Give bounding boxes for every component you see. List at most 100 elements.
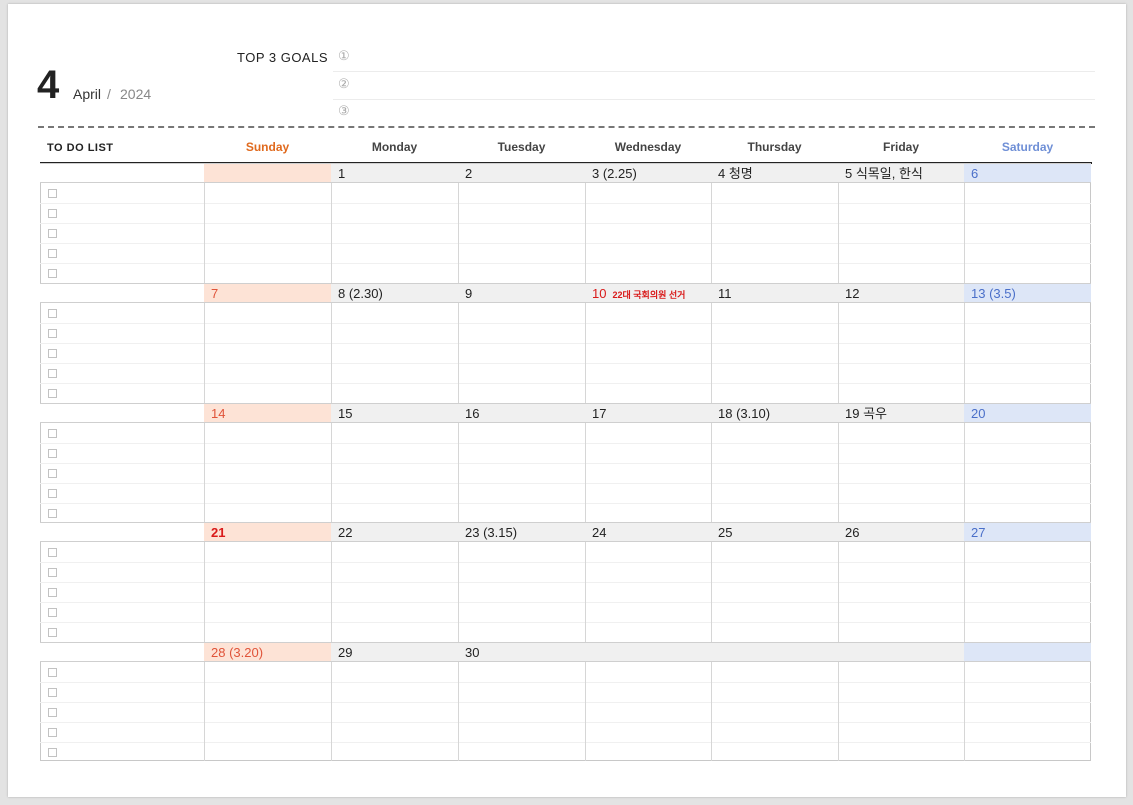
day-cell-body[interactable]	[711, 303, 838, 403]
todo-checkbox[interactable]	[48, 389, 57, 398]
day-cell-header[interactable]: 29	[331, 642, 458, 662]
todo-checkbox[interactable]	[48, 608, 57, 617]
day-cell-body[interactable]	[838, 662, 964, 762]
day-cell-header[interactable]	[838, 642, 964, 662]
day-cell-body[interactable]	[585, 423, 711, 523]
day-cell-body[interactable]	[964, 183, 1091, 283]
day-cell-header[interactable]: 15	[331, 403, 458, 423]
todo-checkbox[interactable]	[48, 429, 57, 438]
day-cell-body[interactable]	[711, 662, 838, 762]
goal-row-3[interactable]: ③	[333, 99, 1095, 126]
day-cell-body[interactable]	[331, 662, 458, 762]
day-cell-body[interactable]	[204, 303, 331, 403]
day-cell-header[interactable]: 30	[458, 642, 585, 662]
todo-checkbox[interactable]	[48, 728, 57, 737]
day-cell-header[interactable]: 19 곡우	[838, 403, 964, 423]
day-cell-body[interactable]	[585, 662, 711, 762]
day-cell-body[interactable]	[964, 303, 1091, 403]
day-cell-header[interactable]: 13 (3.5)	[964, 283, 1091, 303]
day-cell-body[interactable]	[838, 183, 964, 283]
day-cell-body[interactable]	[964, 662, 1091, 762]
todo-checkbox[interactable]	[48, 509, 57, 518]
day-cell-header[interactable]: 5 식목일, 한식	[838, 163, 964, 183]
day-cell-header[interactable]: 11	[711, 283, 838, 303]
day-cell-header[interactable]: 12	[838, 283, 964, 303]
day-cell-header[interactable]: 20	[964, 403, 1091, 423]
day-cell-body[interactable]	[585, 542, 711, 642]
day-cell-body[interactable]	[711, 423, 838, 523]
day-cell-body[interactable]	[964, 423, 1091, 523]
todo-checkbox[interactable]	[48, 249, 57, 258]
todo-checkbox[interactable]	[48, 449, 57, 458]
day-cell-body[interactable]	[964, 542, 1091, 642]
todo-checkbox[interactable]	[48, 628, 57, 637]
day-cell-header[interactable]: 26	[838, 522, 964, 542]
day-cell-body[interactable]	[331, 183, 458, 283]
todo-checkbox[interactable]	[48, 548, 57, 557]
day-cell-body[interactable]	[585, 303, 711, 403]
day-cell-header[interactable]: 16	[458, 403, 585, 423]
day-cell-header[interactable]	[204, 163, 331, 183]
day-number: 16	[465, 406, 480, 421]
todo-checkbox[interactable]	[48, 349, 57, 358]
day-cell-body[interactable]	[458, 303, 585, 403]
day-cell-header[interactable]: 2	[458, 163, 585, 183]
day-cell-body[interactable]	[458, 183, 585, 283]
day-cell-header[interactable]: 14	[204, 403, 331, 423]
todo-checkbox[interactable]	[48, 708, 57, 717]
day-cell-header[interactable]: 24	[585, 522, 711, 542]
todo-checkbox[interactable]	[48, 369, 57, 378]
todo-checkbox[interactable]	[48, 269, 57, 278]
goal-row-1[interactable]: ①	[333, 44, 1095, 72]
day-cell-body[interactable]	[204, 423, 331, 523]
todo-checkbox[interactable]	[48, 568, 57, 577]
day-cell-header[interactable]: 1	[331, 163, 458, 183]
day-cell-header[interactable]: 18 (3.10)	[711, 403, 838, 423]
day-cell-header[interactable]: 17	[585, 403, 711, 423]
day-number: 25	[718, 525, 733, 540]
day-cell-body[interactable]	[204, 183, 331, 283]
todo-checkbox[interactable]	[48, 469, 57, 478]
todo-checkbox[interactable]	[48, 209, 57, 218]
day-cell-body[interactable]	[711, 542, 838, 642]
todo-checkbox[interactable]	[48, 329, 57, 338]
day-cell-header[interactable]: 9	[458, 283, 585, 303]
day-cell-body[interactable]	[331, 423, 458, 523]
day-cell-header[interactable]: 7	[204, 283, 331, 303]
day-cell-header[interactable]: 21	[204, 522, 331, 542]
day-cell-body[interactable]	[204, 662, 331, 762]
day-cell-body[interactable]	[838, 303, 964, 403]
todo-checkbox[interactable]	[48, 309, 57, 318]
goal-row-2[interactable]: ②	[333, 72, 1095, 100]
day-cell-body[interactable]	[711, 183, 838, 283]
day-cell-header[interactable]: 4 청명	[711, 163, 838, 183]
day-cell-header[interactable]: 6	[964, 163, 1091, 183]
day-cell-body[interactable]	[458, 423, 585, 523]
todo-checkbox[interactable]	[48, 229, 57, 238]
day-cell-header[interactable]: 10 22대 국회의원 선거	[585, 283, 711, 303]
day-cell-body[interactable]	[458, 542, 585, 642]
day-cell-body[interactable]	[204, 542, 331, 642]
day-cell-header[interactable]	[585, 642, 711, 662]
day-cell-header[interactable]: 22	[331, 522, 458, 542]
day-cell-header[interactable]	[964, 642, 1091, 662]
day-cell-body[interactable]	[585, 183, 711, 283]
day-cell-header[interactable]: 23 (3.15)	[458, 522, 585, 542]
todo-checkbox[interactable]	[48, 489, 57, 498]
day-cell-header[interactable]: 3 (2.25)	[585, 163, 711, 183]
todo-checkbox[interactable]	[48, 688, 57, 697]
day-cell-header[interactable]: 25	[711, 522, 838, 542]
todo-checkbox[interactable]	[48, 189, 57, 198]
day-cell-body[interactable]	[331, 303, 458, 403]
day-cell-header[interactable]: 28 (3.20)	[204, 642, 331, 662]
day-cell-body[interactable]	[331, 542, 458, 642]
day-cell-header[interactable]: 8 (2.30)	[331, 283, 458, 303]
day-cell-header[interactable]	[711, 642, 838, 662]
day-cell-body[interactable]	[838, 542, 964, 642]
todo-checkbox[interactable]	[48, 668, 57, 677]
day-cell-body[interactable]	[458, 662, 585, 762]
day-cell-header[interactable]: 27	[964, 522, 1091, 542]
todo-checkbox[interactable]	[48, 748, 57, 757]
todo-checkbox[interactable]	[48, 588, 57, 597]
day-cell-body[interactable]	[838, 423, 964, 523]
